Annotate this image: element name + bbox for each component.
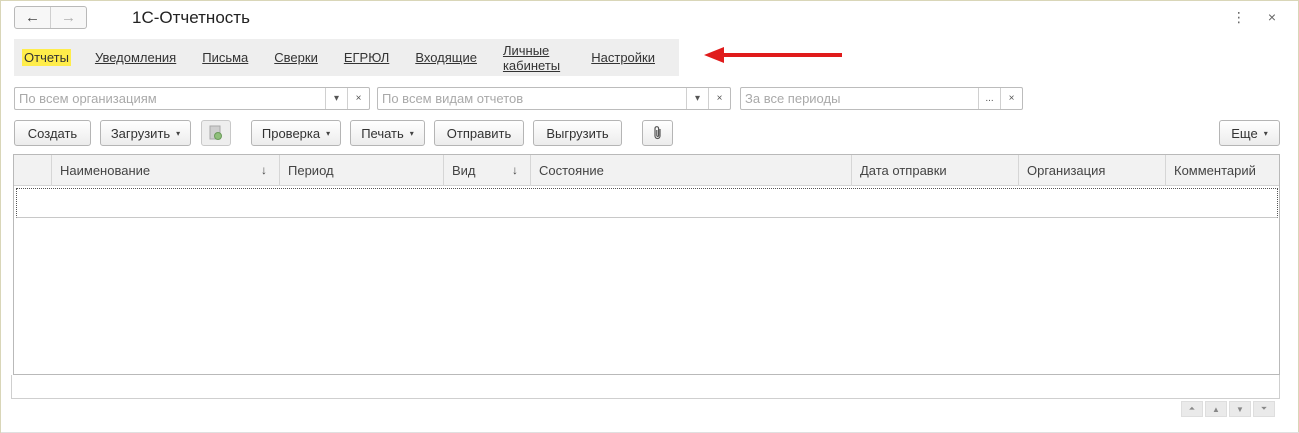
export-button-label: Выгрузить <box>546 125 609 141</box>
clear-icon[interactable]: × <box>347 88 369 109</box>
arrow-right-icon: → <box>61 9 76 26</box>
period-filter[interactable]: За все периоды ... × <box>740 87 1023 110</box>
column-header-label: Наименование <box>60 163 151 178</box>
window-title: 1С-Отчетность <box>132 8 250 27</box>
chevron-down-icon: ▾ <box>409 128 414 138</box>
back-button[interactable]: ← <box>15 7 51 28</box>
upload-file-button[interactable] <box>201 120 231 146</box>
check-button[interactable]: Проверка ▾ <box>251 120 341 146</box>
section-letters[interactable]: Письма <box>200 49 250 66</box>
close-icon[interactable]: × <box>1268 9 1276 26</box>
table-row-empty-selected[interactable] <box>16 188 1278 218</box>
create-button[interactable]: Создать <box>14 120 91 146</box>
select-period-icon[interactable]: ... <box>978 88 1000 109</box>
more-button-label: Еще <box>1231 125 1258 141</box>
column-header-label: Состояние <box>539 163 604 178</box>
section-personal-accounts[interactable]: Личные кабинеты <box>501 42 567 74</box>
create-button-label: Создать <box>27 125 78 141</box>
column-header-send-date[interactable]: Дата отправки <box>852 155 1019 186</box>
report-type-filter-input[interactable]: По всем видам отчетов <box>378 88 686 109</box>
table-footer-area <box>11 375 1280 399</box>
table-header: Наименование ↓ Период Вид ↓ Состояние Да… <box>14 155 1279 186</box>
sections-panel: Отчеты Уведомления Письма Сверки ЕГРЮЛ В… <box>14 39 679 76</box>
title-actions: ⋮ × <box>1232 9 1276 26</box>
organization-filter[interactable]: По всем организациям ▾ × <box>14 87 370 110</box>
column-header-period[interactable]: Период <box>280 155 444 186</box>
chevron-down-icon: ▾ <box>176 128 181 138</box>
section-reconciliations[interactable]: Сверки <box>272 49 320 66</box>
navigation-buttons: ← → <box>14 6 87 29</box>
column-header-label: Вид <box>452 163 476 178</box>
scroll-to-bottom-icon[interactable]: ⏷ <box>1253 401 1275 417</box>
print-button-label: Печать <box>361 125 404 141</box>
chevron-down-icon: ▾ <box>326 128 331 138</box>
section-incoming[interactable]: Входящие <box>413 49 479 66</box>
attach-button[interactable] <box>642 120 673 146</box>
load-button[interactable]: Загрузить ▾ <box>100 120 191 146</box>
sort-down-icon: ↓ <box>261 163 267 177</box>
chevron-down-icon[interactable]: ▾ <box>325 88 347 109</box>
section-notifications[interactable]: Уведомления <box>93 49 178 66</box>
send-button[interactable]: Отправить <box>434 120 524 146</box>
forward-button[interactable]: → <box>51 7 86 28</box>
report-type-filter[interactable]: По всем видам отчетов ▾ × <box>377 87 731 110</box>
column-header-comment[interactable]: Комментарий <box>1166 155 1279 186</box>
period-filter-input[interactable]: За все периоды <box>741 88 978 109</box>
column-header-name[interactable]: Наименование ↓ <box>52 155 280 186</box>
section-reports[interactable]: Отчеты <box>22 49 71 66</box>
column-header-label: Дата отправки <box>860 163 947 178</box>
more-options-icon[interactable]: ⋮ <box>1232 9 1246 26</box>
check-button-label: Проверка <box>261 125 321 141</box>
section-egrul[interactable]: ЕГРЮЛ <box>342 49 391 66</box>
chevron-down-icon: ▾ <box>1263 128 1268 138</box>
paperclip-icon <box>653 126 661 140</box>
chevron-down-icon[interactable]: ▾ <box>686 88 708 109</box>
send-button-label: Отправить <box>446 125 512 141</box>
sort-down-icon: ↓ <box>512 163 518 177</box>
column-header-icon[interactable] <box>14 155 52 186</box>
clear-icon[interactable]: × <box>1000 88 1022 109</box>
column-header-label: Организация <box>1027 163 1106 178</box>
clear-icon[interactable]: × <box>708 88 730 109</box>
scroll-up-icon[interactable]: ▲ <box>1205 401 1227 417</box>
reports-table[interactable]: Наименование ↓ Период Вид ↓ Состояние Да… <box>13 154 1280 375</box>
column-header-label: Комментарий <box>1174 163 1256 178</box>
print-button[interactable]: Печать ▾ <box>350 120 425 146</box>
organization-filter-input[interactable]: По всем организациям <box>15 88 325 109</box>
scroll-to-top-icon[interactable]: ⏶ <box>1181 401 1203 417</box>
arrow-left-icon: ← <box>25 9 40 26</box>
annotation-arrow-icon <box>704 47 842 63</box>
column-header-organization[interactable]: Организация <box>1019 155 1166 186</box>
column-header-label: Период <box>288 163 334 178</box>
export-button[interactable]: Выгрузить <box>533 120 622 146</box>
document-icon <box>209 125 222 140</box>
more-button[interactable]: Еще ▾ <box>1219 120 1280 146</box>
column-header-type[interactable]: Вид ↓ <box>444 155 531 186</box>
reporting-window: ← → 1С-Отчетность ⋮ × Отчеты Уведомления… <box>0 0 1299 433</box>
section-settings[interactable]: Настройки <box>589 49 657 66</box>
load-button-label: Загрузить <box>110 125 171 141</box>
scroll-down-icon[interactable]: ▼ <box>1229 401 1251 417</box>
scroll-navigation: ⏶ ▲ ▼ ⏷ <box>1181 401 1275 417</box>
column-header-status[interactable]: Состояние <box>531 155 852 186</box>
